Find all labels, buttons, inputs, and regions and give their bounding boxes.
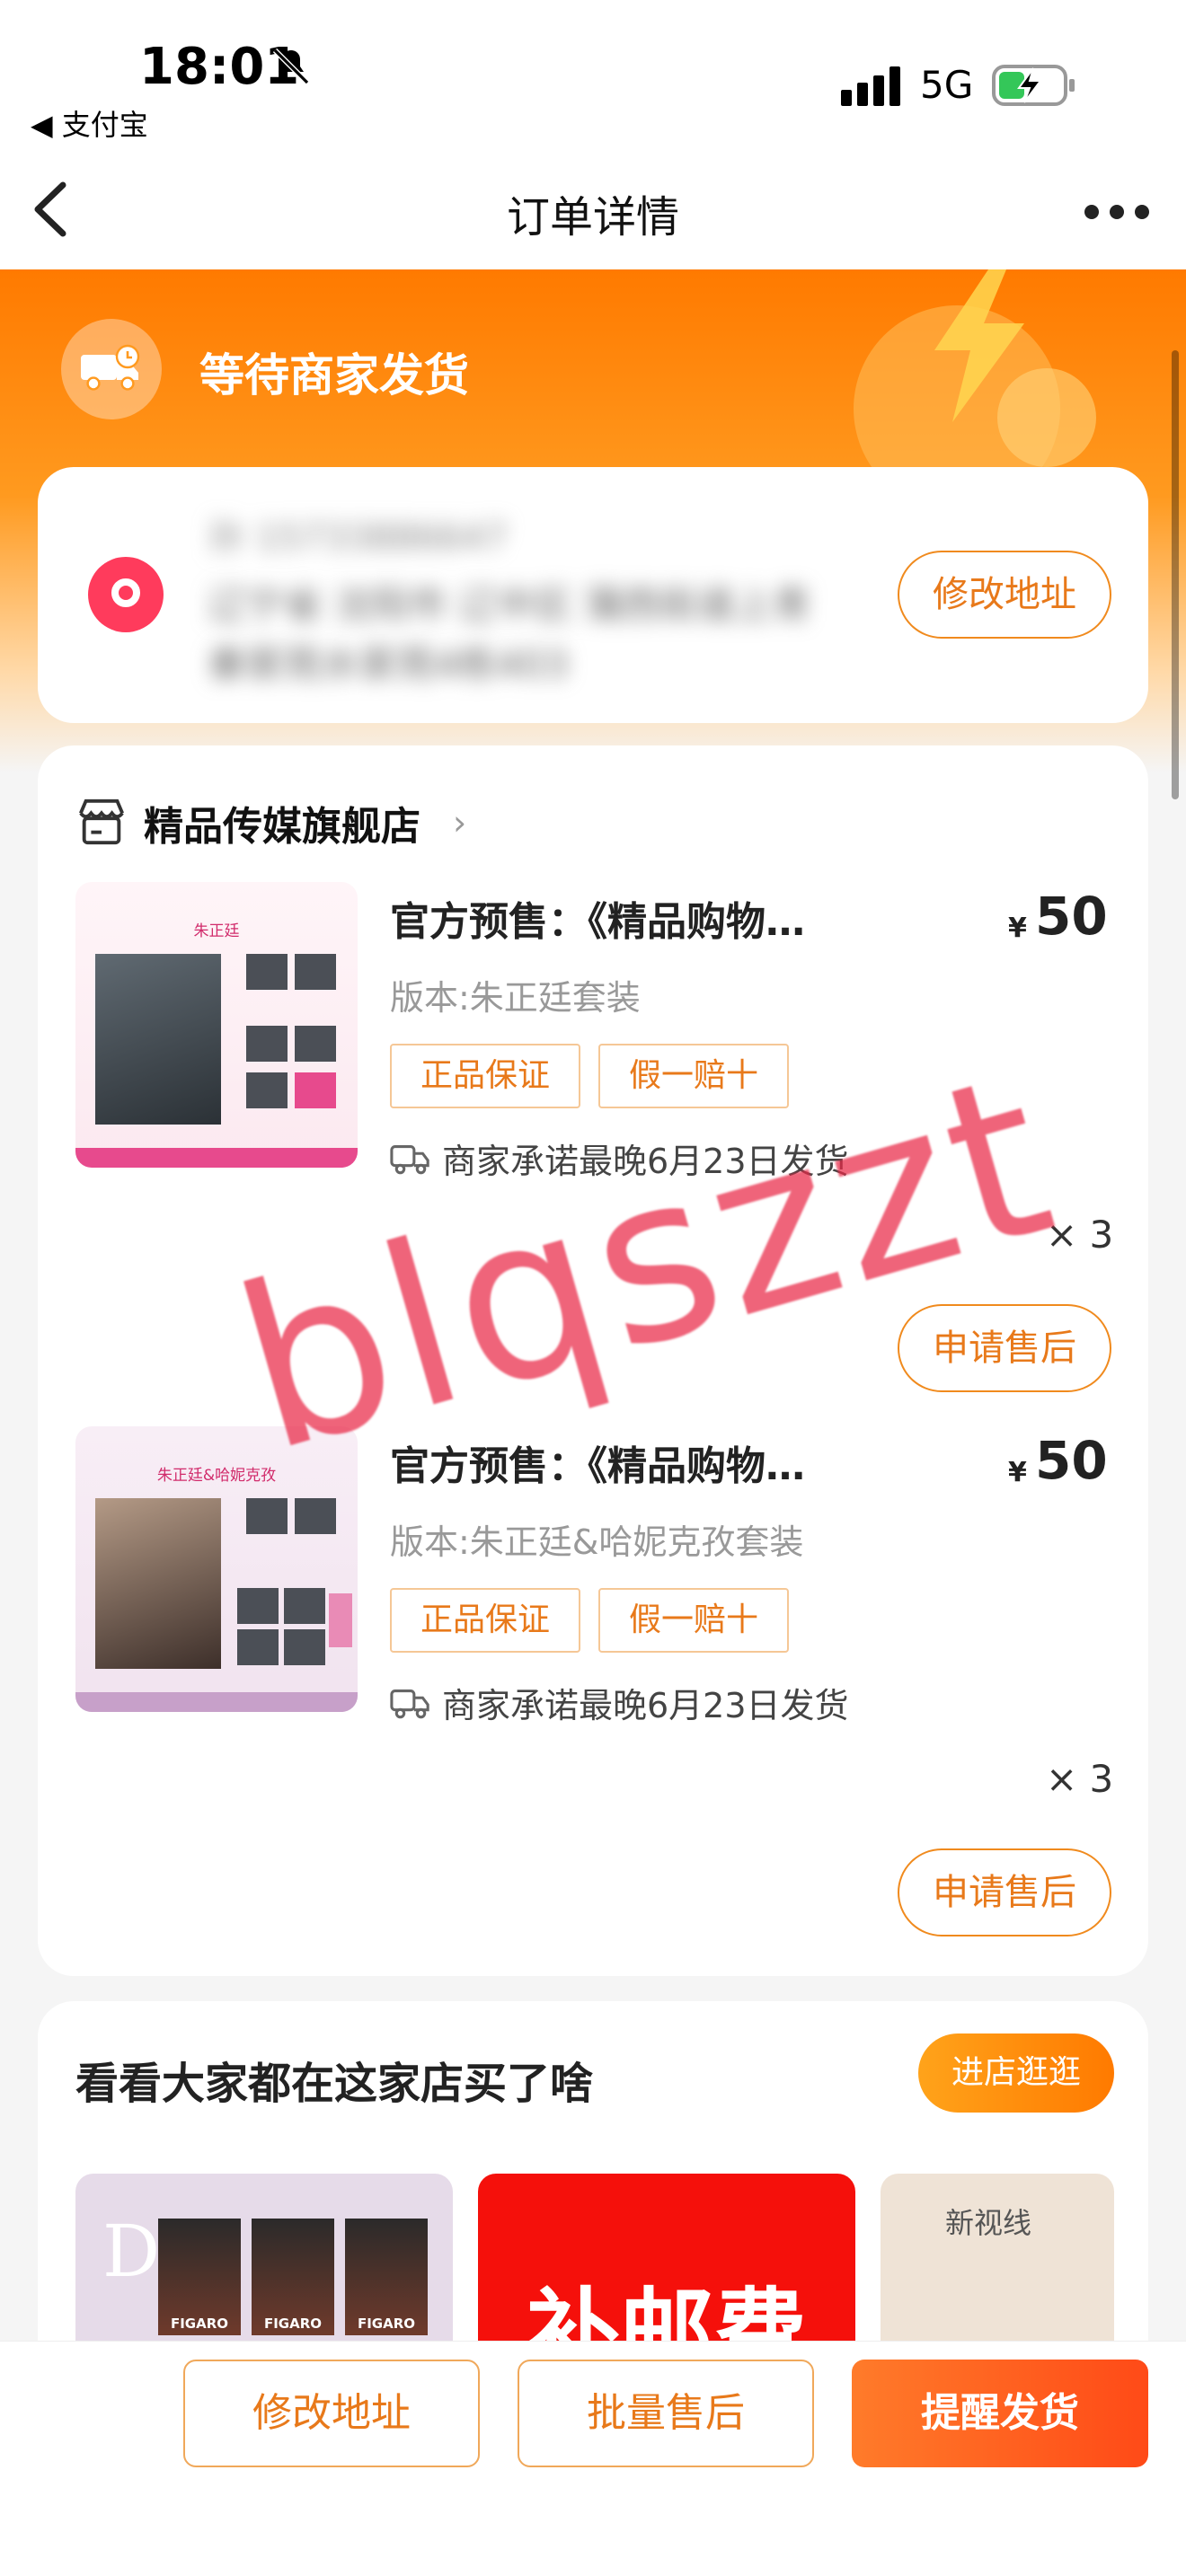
- address-card: 孙 15733886647 辽宁省 沈阳市 辽中区 蒲西街道上青 秦家苑水家苑4…: [38, 467, 1148, 723]
- thumbnail-mini: [329, 1593, 352, 1647]
- thumbnail-mini: [295, 1072, 336, 1108]
- visit-store-button[interactable]: 进店逛逛: [918, 2033, 1114, 2113]
- product-thumbnail[interactable]: 朱正廷: [75, 882, 358, 1168]
- page-title: 订单详情: [506, 192, 679, 243]
- product-price: 50: [1035, 886, 1108, 947]
- currency-symbol: ¥: [1008, 913, 1027, 944]
- batch-after-sale-button[interactable]: 批量售后: [518, 2360, 814, 2467]
- authentic-guarantee-tag: 正品保证: [390, 1588, 580, 1653]
- more-options-icon[interactable]: [1083, 203, 1151, 221]
- after-sale-button[interactable]: 申请售后: [898, 1848, 1111, 1936]
- product-price: 50: [1035, 1430, 1108, 1491]
- address-line-1: 辽宁省 沈阳市 辽中区 蒲西街道上青: [208, 583, 811, 627]
- location-pin-icon: [88, 557, 164, 632]
- product-spec: 版本:朱正廷&哈妮克孜套装: [390, 1522, 804, 1562]
- thumbnail-mini: [295, 954, 336, 990]
- thumbnail-mini: [284, 1629, 325, 1665]
- product-thumbnail[interactable]: 朱正廷&哈妮克孜: [75, 1426, 358, 1712]
- address-line-2: 秦家苑水家苑4栋403: [208, 642, 569, 686]
- delivery-truck-icon: [61, 319, 162, 419]
- thumbnail-photo: [95, 1498, 221, 1669]
- thumbnail-mini: [246, 1072, 288, 1108]
- magazine-cover: FIGARO: [158, 2219, 241, 2335]
- signal-icon: [841, 66, 900, 106]
- thumbnail-mini: [246, 1498, 288, 1534]
- thumbnail-photo: [95, 954, 221, 1125]
- thumbnail-mini: [295, 1498, 336, 1534]
- fake-compensation-tag: 假一赔十: [598, 1044, 789, 1108]
- battery-charging-icon: [992, 65, 1075, 106]
- network-type: 5G: [920, 63, 974, 107]
- status-bar: 18:01 ◀ 支付宝 5G: [0, 0, 1186, 153]
- thumbnail-mini: [246, 954, 288, 990]
- thumbnail-strip: [75, 1148, 358, 1168]
- shipping-promise: 商家承诺最晚6月23日发货: [442, 1686, 849, 1725]
- edit-address-bottom-button[interactable]: 修改地址: [183, 2360, 480, 2467]
- edit-address-button[interactable]: 修改地址: [898, 551, 1111, 639]
- thumbnail-mini: [237, 1629, 279, 1665]
- item-quantity: × 3: [1046, 1213, 1114, 1257]
- mute-bell-icon: [272, 48, 310, 85]
- recipient-name-phone: 孙 15733886647: [208, 517, 508, 559]
- thumbnail-mini: [284, 1588, 325, 1624]
- thumbnail-mini: [246, 1026, 288, 1062]
- remind-shipping-button[interactable]: 提醒发货: [852, 2360, 1148, 2467]
- shop-name-link[interactable]: 精品传媒旗舰店: [144, 794, 420, 851]
- magazine-title: 新视线: [945, 2206, 1032, 2240]
- authentic-guarantee-tag: 正品保证: [390, 1044, 580, 1108]
- product-spec: 版本:朱正廷套装: [390, 978, 641, 1018]
- magazine-cover: FIGARO: [345, 2219, 428, 2335]
- thumbnail-strip: [75, 1692, 358, 1712]
- shipping-promise: 商家承诺最晚6月23日发货: [442, 1142, 849, 1181]
- back-to-app-link[interactable]: ◀ 支付宝: [31, 102, 148, 144]
- magazine-cover: FIGARO: [252, 2219, 334, 2335]
- thumbnail-mini: [295, 1026, 336, 1062]
- thumbnail-title: 朱正廷: [193, 922, 240, 940]
- chevron-right-icon[interactable]: ›: [453, 803, 466, 842]
- order-detail-page: 18:01 ◀ 支付宝 5G 订单详情 等待商家发货 孙 15733886647…: [0, 0, 1186, 2576]
- product-title[interactable]: 官方预售：《精品购物…: [390, 1434, 805, 1491]
- lightning-decoration-icon: [934, 269, 1024, 422]
- after-sale-button[interactable]: 申请售后: [898, 1304, 1111, 1392]
- order-status-text: 等待商家发货: [199, 349, 469, 401]
- thumbnail-title: 朱正廷&哈妮克孜: [156, 1467, 277, 1485]
- product-title[interactable]: 官方预售：《精品购物…: [390, 889, 805, 947]
- item-quantity: × 3: [1046, 1757, 1114, 1801]
- shipping-truck-icon: [390, 1689, 429, 1719]
- order-items-card: 精品传媒旗舰店 › 朱正廷 官方预售：《精品购物… ¥ 50 版本:朱正廷套装 …: [38, 745, 1148, 1976]
- navigation-bar: 订单详情: [0, 153, 1186, 269]
- shop-icon[interactable]: [75, 796, 128, 848]
- fake-compensation-tag: 假一赔十: [598, 1588, 789, 1653]
- thumbnail-mini: [237, 1588, 279, 1624]
- currency-symbol: ¥: [1008, 1457, 1027, 1488]
- shipping-truck-icon: [390, 1145, 429, 1175]
- scrollbar[interactable]: [1172, 350, 1179, 799]
- recommendations-title: 看看大家都在这家店买了啥: [75, 2059, 594, 2109]
- bottom-action-bar: 修改地址 批量售后 提醒发货: [0, 2341, 1186, 2576]
